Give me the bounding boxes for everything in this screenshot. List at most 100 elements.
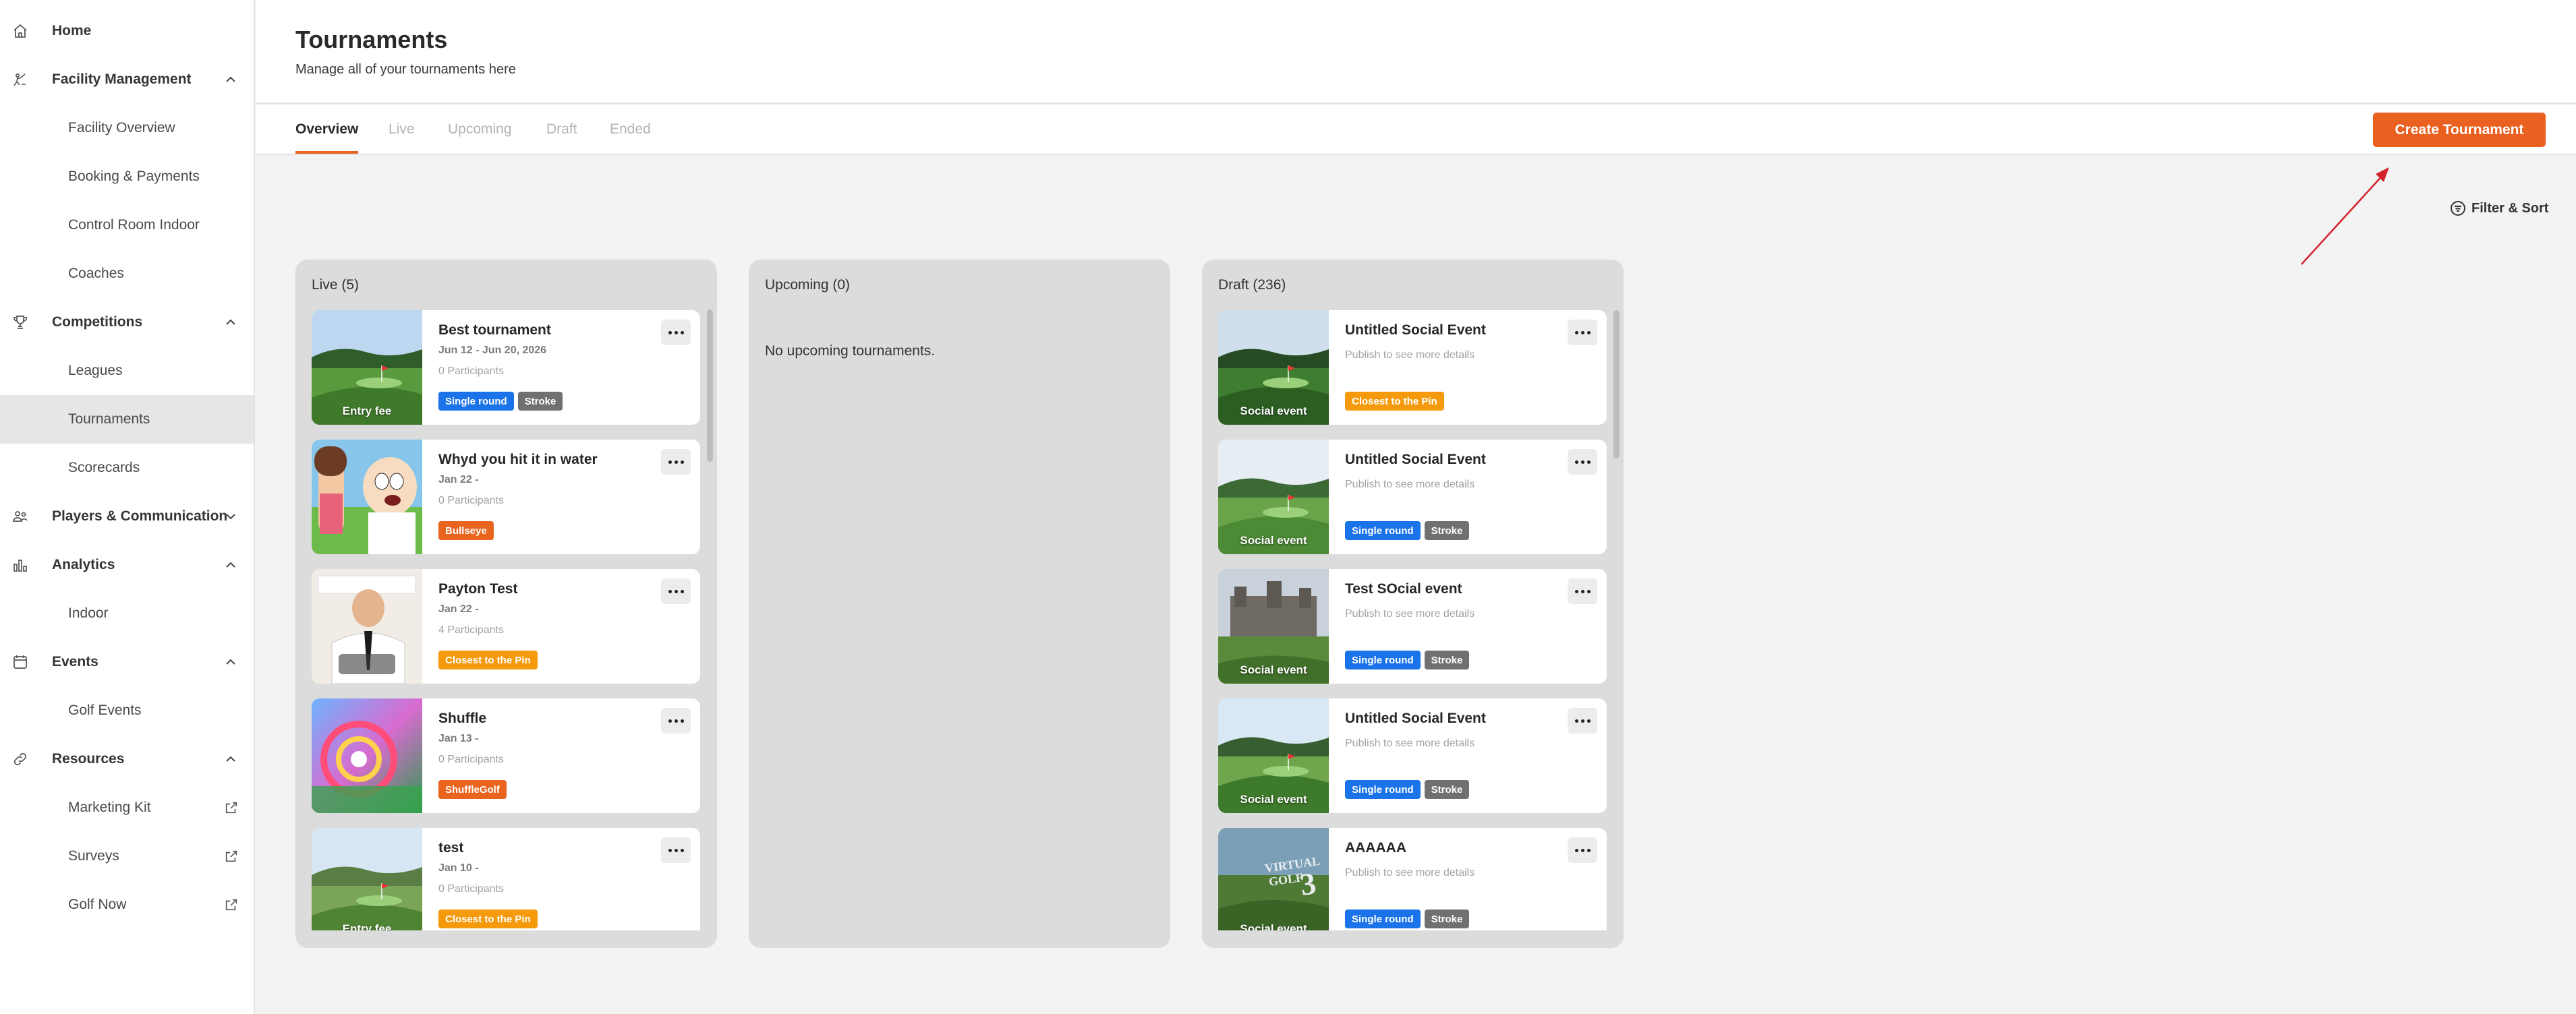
card-title: Best tournament bbox=[438, 322, 551, 338]
tournament-card[interactable]: Payton Test Jan 22 - 4 Participants Closest… bbox=[312, 569, 700, 684]
more-dot-icon bbox=[674, 589, 678, 593]
sidebar-item-players-communication[interactable]: Players & Communication bbox=[0, 492, 254, 541]
tournament-card[interactable]: Whyd you hit it in water Jan 22 - 0 Partic… bbox=[312, 440, 700, 554]
chevron-up-icon[interactable] bbox=[223, 654, 239, 670]
page-title: Tournaments bbox=[295, 26, 448, 53]
more-options-button[interactable] bbox=[661, 449, 691, 475]
column-live: Live (5) Entry fee Best tournament Jun 12 … bbox=[295, 260, 717, 948]
card-title: Untitled Social Event bbox=[1345, 322, 1486, 338]
tournament-thumbnail: Social event bbox=[1218, 698, 1329, 813]
more-dot-icon bbox=[1580, 719, 1584, 723]
tournament-thumbnail: Social event bbox=[1218, 440, 1329, 554]
tournament-card[interactable]: Social event Untitled Social Event Publish… bbox=[1218, 310, 1607, 425]
sidebar-item-marketing-kit[interactable]: Marketing Kit bbox=[0, 783, 254, 832]
more-options-button[interactable] bbox=[661, 320, 691, 345]
thumbnail-caption: Entry fee bbox=[342, 405, 392, 417]
sidebar-item-scorecards[interactable]: Scorecards bbox=[0, 444, 254, 492]
sidebar-item-booking-payments[interactable]: Booking & Payments bbox=[0, 152, 254, 201]
card-title: Shuffle bbox=[438, 711, 487, 726]
sidebar-item-resources[interactable]: Resources bbox=[0, 735, 254, 783]
chevron-up-icon[interactable] bbox=[223, 751, 239, 767]
tab-upcoming[interactable]: Upcoming bbox=[448, 105, 512, 154]
sidebar-item-golf-now[interactable]: Golf Now bbox=[0, 881, 254, 929]
sidebar-item-competitions[interactable]: Competitions bbox=[0, 298, 254, 347]
more-dot-icon bbox=[674, 848, 678, 852]
card-title: Whyd you hit it in water bbox=[438, 452, 598, 467]
sidebar-item-label: Facility Overview bbox=[68, 120, 175, 136]
card-list: Social event Untitled Social Event Publish… bbox=[1218, 310, 1607, 930]
tournament-thumbnail bbox=[312, 569, 422, 684]
more-dot-icon bbox=[674, 719, 678, 723]
sidebar-item-analytics[interactable]: Analytics bbox=[0, 541, 254, 589]
tab-live[interactable]: Live bbox=[389, 105, 415, 154]
sidebar-item-tournaments[interactable]: Tournaments bbox=[0, 395, 254, 444]
filter-sort-button[interactable]: Filter & Sort bbox=[2450, 200, 2548, 216]
tournament-card[interactable]: Social event Test SOcial event Publish to … bbox=[1218, 569, 1607, 684]
trophy-icon bbox=[11, 314, 29, 331]
more-options-button[interactable] bbox=[1568, 708, 1597, 734]
sidebar-item-surveys[interactable]: Surveys bbox=[0, 832, 254, 881]
sidebar-item-leagues[interactable]: Leagues bbox=[0, 347, 254, 395]
more-options-button[interactable] bbox=[1568, 837, 1597, 863]
tournament-card[interactable]: Entry fee Best tournament Jun 12 - Jun 20,… bbox=[312, 310, 700, 425]
chevron-up-icon[interactable] bbox=[223, 71, 239, 88]
more-options-button[interactable] bbox=[1568, 449, 1597, 475]
sidebar-item-golf-events[interactable]: Golf Events bbox=[0, 686, 254, 735]
tournament-card[interactable]: Social event Untitled Social Event Publish… bbox=[1218, 440, 1607, 554]
more-options-button[interactable] bbox=[661, 837, 691, 863]
more-options-button[interactable] bbox=[1568, 578, 1597, 604]
thumbnail-caption: Entry fee bbox=[342, 922, 392, 930]
chevron-up-icon[interactable] bbox=[223, 557, 239, 573]
sidebar-item-home[interactable]: Home bbox=[0, 7, 254, 55]
sidebar-item-indoor[interactable]: Indoor bbox=[0, 589, 254, 638]
publish-hint: Publish to see more details bbox=[1345, 479, 1475, 490]
tab-draft[interactable]: Draft bbox=[546, 105, 577, 154]
more-options-button[interactable] bbox=[661, 708, 691, 734]
scrollbar[interactable] bbox=[707, 309, 713, 462]
tournament-card[interactable]: VIRTUAL GOLF 3 Social event AAAAAA Publish… bbox=[1218, 828, 1607, 930]
more-dot-icon bbox=[680, 719, 684, 723]
sidebar-item-coaches[interactable]: Coaches bbox=[0, 249, 254, 298]
tab-overview[interactable]: Overview bbox=[295, 105, 359, 154]
more-dot-icon bbox=[668, 848, 672, 852]
card-title: test bbox=[438, 840, 464, 856]
sidebar-item-label: Tournaments bbox=[68, 411, 150, 427]
more-dot-icon bbox=[1586, 460, 1591, 464]
sidebar-item-label: Booking & Payments bbox=[68, 169, 200, 184]
analytics-icon bbox=[11, 556, 29, 574]
tournament-card[interactable]: Shuffle Jan 13 - 0 Participants ShuffleGolf bbox=[312, 698, 700, 813]
more-dot-icon bbox=[1574, 330, 1578, 334]
tournament-thumbnail bbox=[312, 440, 422, 554]
column-upcoming: Upcoming (0) No upcoming tournaments. bbox=[749, 260, 1170, 948]
sidebar-item-facility-overview[interactable]: Facility Overview bbox=[0, 104, 254, 152]
format-badge: Single round bbox=[438, 392, 514, 411]
card-title: Untitled Social Event bbox=[1345, 711, 1486, 726]
more-options-button[interactable] bbox=[661, 578, 691, 604]
card-title: AAAAAA bbox=[1345, 840, 1406, 856]
sidebar-item-label: Indoor bbox=[68, 605, 109, 621]
tab-ended[interactable]: Ended bbox=[610, 105, 651, 154]
chevron-up-icon[interactable] bbox=[223, 314, 239, 330]
more-dot-icon bbox=[668, 460, 672, 464]
badge-group: Closest to the Pin bbox=[438, 651, 538, 669]
more-options-button[interactable] bbox=[1568, 320, 1597, 345]
create-tournament-button[interactable]: Create Tournament bbox=[2373, 113, 2546, 147]
more-dot-icon bbox=[680, 589, 684, 593]
tab-bar: Overview Live Upcoming Draft Ended bbox=[256, 105, 2576, 155]
more-dot-icon bbox=[1580, 330, 1584, 334]
external-link-icon bbox=[224, 897, 239, 912]
tournament-card[interactable]: Social event Untitled Social Event Publish… bbox=[1218, 698, 1607, 813]
more-dot-icon bbox=[1586, 719, 1591, 723]
sidebar-item-facility-management[interactable]: Facility Management bbox=[0, 55, 254, 104]
sidebar-item-control-room-indoor[interactable]: Control Room Indoor bbox=[0, 201, 254, 249]
tournament-thumbnail: Social event bbox=[1218, 569, 1329, 684]
link-icon bbox=[11, 750, 29, 768]
tournament-card[interactable]: Entry fee test Jan 10 - 0 Participants Close… bbox=[312, 828, 700, 930]
sidebar-item-events[interactable]: Events bbox=[0, 638, 254, 686]
badge-group: Single round Stroke bbox=[1345, 780, 1470, 799]
badge-group: Single round Stroke bbox=[1345, 651, 1470, 669]
scrollbar[interactable] bbox=[1613, 310, 1620, 458]
badge-group: Single round Stroke bbox=[438, 392, 563, 411]
chevron-down-icon[interactable] bbox=[223, 508, 239, 525]
badge-group: Single round Stroke bbox=[1345, 909, 1470, 928]
